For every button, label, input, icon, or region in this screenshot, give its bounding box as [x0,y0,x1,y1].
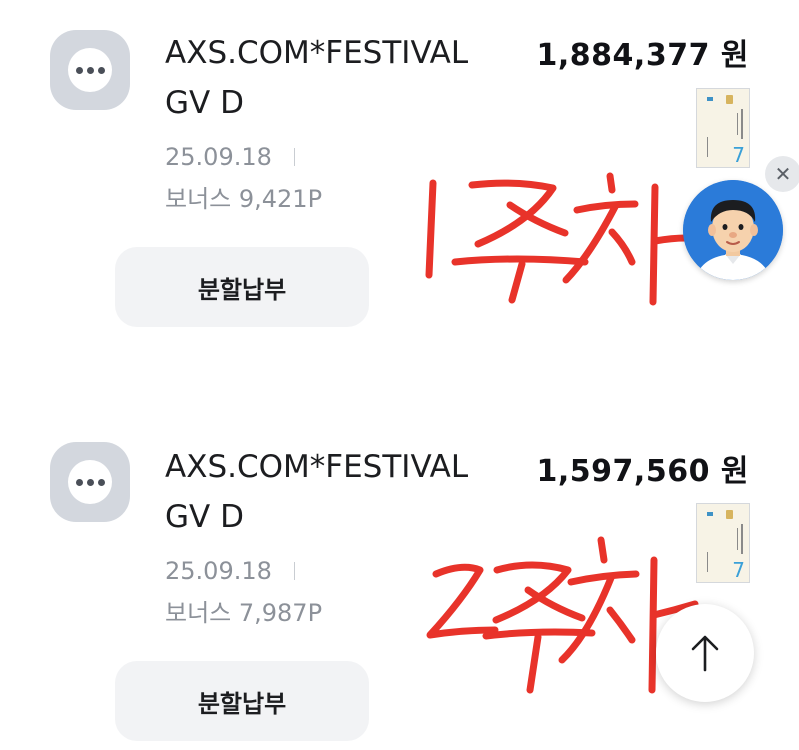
card-thumbnail: 7 [696,88,750,168]
merchant-name: AXS.COM*FESTIVAL GV D [165,449,469,535]
divider [293,562,296,580]
divider [293,148,296,166]
bonus-points: 보너스 7,987P [165,599,323,627]
close-icon[interactable]: ✕ [765,156,799,192]
transaction-list-screen: AXS.COM*FESTIVAL GV D 1,884,377 원 7 25.0… [0,0,799,750]
transaction-date-row: 25.09.18 [165,554,296,588]
annotation-week-1 [425,172,690,306]
transaction-date: 25.09.18 [165,143,272,171]
transaction-amount: 1,597,560 원 [536,454,749,489]
bonus-points: 보너스 9,421P [165,185,323,213]
card-thumbnail: 7 [696,503,750,583]
merchant-icon [50,30,130,110]
scroll-top-button[interactable] [656,604,754,702]
arrow-up-icon [691,635,719,672]
more-dots-icon [68,48,112,92]
more-dots-icon [68,460,112,504]
installment-button[interactable]: 분할납부 [115,247,369,327]
assistant-avatar-icon[interactable] [683,180,783,280]
transaction-amount: 1,884,377 원 [536,38,749,73]
transaction-date-row: 25.09.18 [165,140,296,174]
transaction-date: 25.09.18 [165,557,272,585]
merchant-name: AXS.COM*FESTIVAL GV D [165,35,469,121]
installment-button[interactable]: 분할납부 [115,661,369,741]
merchant-icon [50,442,130,522]
annotation-week-2 [426,536,699,694]
